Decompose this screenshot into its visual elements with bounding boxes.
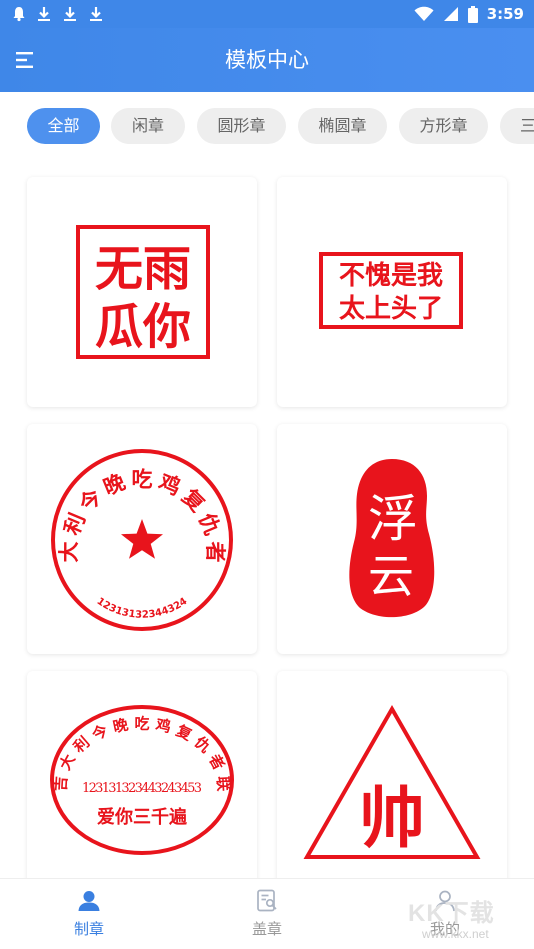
seal-number: 123131323443243453 [82,781,202,796]
stamp-doc-icon [257,889,277,912]
template-card-round[interactable]: 大吉大利今晚吃鸡复仇者联盟 12313132344324 [27,424,257,654]
oval-art-seal-graphic: 浮 云 [349,459,435,618]
status-bar: 3:59 [0,0,534,28]
template-card-square[interactable]: 无雨 瓜你 [27,177,257,407]
watermark-brand: KK下载 [408,900,495,927]
template-card-oval-art[interactable]: 浮 云 [277,424,507,654]
seal-arc-text: 大吉大利今晚吃鸡复仇者联盟 [27,424,228,563]
seal-line-1: 不愧是我 [339,261,443,291]
person-icon [78,891,100,911]
ellipse-seal-graphic: 大吉大利今晚吃鸡复仇者联盟 123131323443243453 爱你三千遍 [27,671,234,855]
nav-label: 制章 [73,920,104,938]
notification-icon [13,7,25,22]
tab-leisure-seal[interactable]: 闲章 [111,108,185,144]
template-card-rect[interactable]: 不愧是我 太上头了 [277,177,507,407]
round-seal-graphic: 大吉大利今晚吃鸡复仇者联盟 12313132344324 [27,424,233,631]
seal-line-2: 瓜你 [95,299,191,355]
seal-arc-text: 大吉大利今晚吃鸡复仇者联盟 [27,671,232,793]
seal-arc-text-path: 大吉大利今晚吃鸡复仇者联盟 [27,424,228,563]
tab-oval-seal[interactable]: 椭圆章 [298,108,387,144]
triangle-seal-graphic: 帅 [303,704,481,859]
download-icon [90,7,102,21]
tab-round-seal[interactable]: 圆形章 [197,108,286,144]
seal-line-1: 浮 [368,490,418,548]
page-title: 模板中心 [225,48,309,72]
app-header: 模板中心 [0,28,534,92]
tab-all[interactable]: 全部 [27,108,100,144]
tab-square-seal[interactable]: 方形章 [399,108,488,144]
seal-number: 12313132344324 [95,596,190,621]
seal-line-1: 无雨 [95,241,191,297]
rect-seal-graphic: 不愧是我 太上头了 [319,252,463,329]
nav-label: 盖章 [251,920,282,938]
signal-icon [443,7,458,21]
template-grid: 无雨 瓜你 不愧是我 太上头了 大吉大利今晚吃鸡复仇者联盟 [0,158,534,878]
status-time: 3:59 [486,5,524,23]
template-card-ellipse[interactable]: 大吉大利今晚吃鸡复仇者联盟 123131323443243453 爱你三千遍 [27,671,257,878]
kkx-watermark: KK下载 www.kkx.net [408,893,526,945]
nav-stamp[interactable]: 盖章 [178,879,356,949]
nav-make-seal[interactable]: 制章 [0,879,178,949]
wifi-icon [414,6,434,21]
download-icon [64,7,76,21]
template-card-triangle[interactable]: 帅 [277,671,507,878]
seal-line-2: 太上头了 [339,294,443,324]
seal-number-path: 12313132344324 [95,596,190,621]
tab-triangle-seal[interactable]: 三 [500,108,534,144]
seal-bottom-text: 爱你三千遍 [97,806,188,828]
category-tabs: 全部 闲章 圆形章 椭圆章 方形章 三 [0,92,534,158]
seal-line-2: 云 [368,549,414,603]
star-icon [121,519,163,559]
watermark-url: www.kkx.net [422,927,489,941]
battery-icon [467,5,478,23]
download-icon [38,7,50,21]
seal-char: 帅 [359,779,425,857]
status-left-icons [12,4,104,24]
status-right-icons: 3:59 [414,3,524,25]
seal-arc-text-path: 大吉大利今晚吃鸡复仇者联盟 [27,671,232,793]
app-screen: 3:59 模板中心 全部 闲章 圆形章 椭圆章 方形章 三 无雨 瓜你 不愧是我… [0,0,534,949]
square-seal-graphic: 无雨 瓜你 [76,225,210,359]
